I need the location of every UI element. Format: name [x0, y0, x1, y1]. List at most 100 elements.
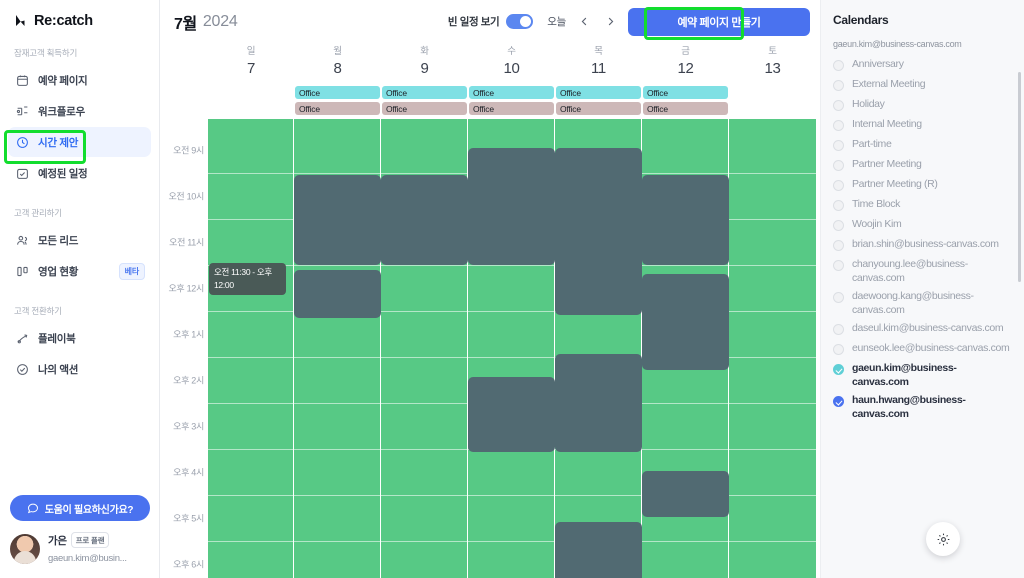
- beta-badge: 베타: [118, 262, 145, 280]
- brand[interactable]: Re:catch: [0, 0, 159, 29]
- sidebar-item-label: 워크플로우: [38, 105, 85, 118]
- calendar-list-item[interactable]: chanyoung.lee@business-canvas.com: [821, 255, 1024, 287]
- allday-event[interactable]: Office: [469, 102, 554, 115]
- busy-block[interactable]: [294, 175, 381, 265]
- calendar-list-item[interactable]: daseul.kim@business-canvas.com: [821, 319, 1024, 339]
- calendar-topbar: 7월 2024 빈 일정 보기 오늘 예약 페이지 만들기: [160, 0, 820, 43]
- chevron-left-icon[interactable]: [576, 12, 592, 32]
- busy-block[interactable]: [642, 471, 729, 517]
- allday-event[interactable]: Office: [295, 102, 380, 115]
- calendar-list-item[interactable]: Anniversary: [821, 55, 1024, 75]
- chevron-right-icon[interactable]: [602, 12, 618, 32]
- sidebar-item-playbook[interactable]: 플레이북: [8, 323, 151, 353]
- create-booking-page-button[interactable]: 예약 페이지 만들기: [628, 7, 810, 36]
- calendar-checkbox[interactable]: [833, 396, 844, 407]
- day-of-week: 화: [420, 46, 429, 57]
- allday-event[interactable]: Office: [382, 102, 467, 115]
- sidebar-item-workflow[interactable]: 워크플로우: [8, 96, 151, 126]
- empty-schedule-toggle[interactable]: 빈 일정 보기: [444, 11, 537, 32]
- calendar-label: Time Block: [852, 198, 901, 210]
- calendar-grid[interactable]: 오전 9시 오전 10시 오전 11시 오후 12시 오후 1시 오후 2시 오…: [160, 119, 820, 578]
- calendar-checkbox[interactable]: [833, 120, 844, 131]
- calendars-account: gaeun.kim@business-canvas.com: [833, 39, 962, 49]
- busy-block[interactable]: [381, 175, 468, 265]
- grid-hour-line: [208, 265, 816, 266]
- day-of-week: 일: [246, 46, 256, 57]
- calendar-list-item[interactable]: Holiday: [821, 95, 1024, 115]
- busy-block[interactable]: [555, 522, 642, 578]
- allday-event[interactable]: Office: [643, 86, 728, 99]
- sidebar-item-all-leads[interactable]: 모든 리드: [8, 225, 151, 255]
- allday-event[interactable]: Office: [382, 86, 467, 99]
- toggle-switch[interactable]: [506, 14, 534, 29]
- day-of-week: 월: [333, 46, 342, 57]
- calendar-list-item[interactable]: Internal Meeting: [821, 115, 1024, 135]
- gear-icon[interactable]: [926, 522, 960, 556]
- day-number: 12: [677, 60, 694, 77]
- help-button[interactable]: 도움이 필요하신가요?: [10, 495, 150, 521]
- calendar-checkbox[interactable]: [833, 200, 844, 211]
- calendar-label: haun.hwang@business-canvas.com: [852, 394, 966, 420]
- calendar-checkbox[interactable]: [833, 220, 844, 231]
- availability-zone[interactable]: [208, 119, 816, 578]
- day-column-sun[interactable]: [208, 119, 294, 578]
- check-circle-icon: [15, 362, 29, 376]
- time-label: 오후 1시: [173, 329, 204, 340]
- calendar-checkbox[interactable]: [833, 80, 844, 91]
- time-label: 오전 11시: [169, 237, 204, 248]
- busy-block[interactable]: [468, 377, 555, 452]
- time-label: 오후 6시: [173, 559, 204, 570]
- busy-block[interactable]: [468, 148, 555, 265]
- calendars-scrollbar[interactable]: [1018, 72, 1021, 282]
- allday-event[interactable]: Office: [469, 86, 554, 99]
- allday-event[interactable]: Office: [556, 86, 641, 99]
- user-profile[interactable]: 가은 프로 플랜 gaeun.kim@busin...: [10, 528, 156, 570]
- busy-block[interactable]: [555, 148, 642, 315]
- calendar-checkbox[interactable]: [833, 260, 844, 271]
- busy-block[interactable]: [294, 270, 381, 318]
- calendar-list-item[interactable]: Part-time: [821, 135, 1024, 155]
- today-button[interactable]: 오늘: [547, 14, 566, 29]
- calendar-list-item[interactable]: Time Block: [821, 195, 1024, 215]
- allday-event[interactable]: Office: [643, 102, 728, 115]
- sidebar-item-my-action[interactable]: 나의 액션: [8, 354, 151, 384]
- calendar-checkbox[interactable]: [833, 240, 844, 251]
- day-of-week: 수: [507, 46, 516, 57]
- day-column-sat[interactable]: [729, 119, 816, 578]
- calendar-check-icon: [15, 166, 29, 180]
- sidebar-item-time-suggestion[interactable]: 시간 제안: [8, 127, 151, 157]
- time-label: 오후 2시: [173, 375, 204, 386]
- busy-block[interactable]: [642, 175, 729, 265]
- calendar-list-item[interactable]: Partner Meeting: [821, 155, 1024, 175]
- calendar-label: Holiday: [852, 98, 885, 110]
- calendar-label: gaeun.kim@business-canvas.com: [852, 362, 957, 388]
- sidebar-item-sales-status[interactable]: 영업 현황 베타: [8, 256, 151, 286]
- calendar-checkbox[interactable]: [833, 344, 844, 355]
- allday-event[interactable]: Office: [295, 86, 380, 99]
- calendar-checkbox[interactable]: [833, 160, 844, 171]
- sidebar-item-scheduled[interactable]: 예정된 일정: [8, 158, 151, 188]
- busy-block[interactable]: [555, 354, 642, 452]
- chat-help-icon: [27, 502, 39, 514]
- busy-block[interactable]: [642, 274, 729, 370]
- sidebar-item-booking-page[interactable]: 예약 페이지: [8, 65, 151, 95]
- calendar-label: chanyoung.lee@business-canvas.com: [852, 258, 968, 284]
- calendar-checkbox[interactable]: [833, 100, 844, 111]
- nav-group-title-2: 고객 전환하기: [14, 306, 62, 316]
- calendar-list-item[interactable]: Partner Meeting (R): [821, 175, 1024, 195]
- allday-event[interactable]: Office: [556, 102, 641, 115]
- calendar-checkbox[interactable]: [833, 324, 844, 335]
- calendar-checkbox[interactable]: [833, 60, 844, 71]
- calendar-list-item[interactable]: daewoong.kang@business-canvas.com: [821, 287, 1024, 319]
- calendar-list-item[interactable]: brian.shin@business-canvas.com: [821, 235, 1024, 255]
- calendar-list-item[interactable]: Woojin Kim: [821, 215, 1024, 235]
- calendar-list-item[interactable]: haun.hwang@business-canvas.com: [821, 391, 1024, 423]
- calendar-checkbox[interactable]: [833, 140, 844, 151]
- calendar-list-item[interactable]: External Meeting: [821, 75, 1024, 95]
- calendar-list-item[interactable]: gaeun.kim@business-canvas.com: [821, 359, 1024, 391]
- calendar-checkbox[interactable]: [833, 364, 844, 375]
- calendar-checkbox[interactable]: [833, 180, 844, 191]
- calendar-list-item[interactable]: eunseok.lee@business-canvas.com: [821, 339, 1024, 359]
- avatar: [10, 534, 40, 564]
- calendar-checkbox[interactable]: [833, 292, 844, 303]
